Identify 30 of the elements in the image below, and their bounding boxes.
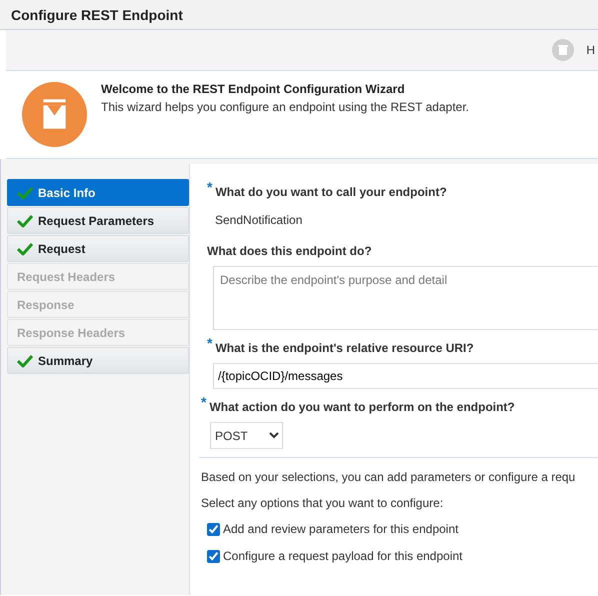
check-icon	[17, 242, 33, 256]
field-label: What does this endpoint do?	[207, 243, 372, 258]
option-checkbox[interactable]	[207, 522, 220, 536]
description-field[interactable]: Describe the endpoint's purpose and detail	[213, 266, 598, 330]
wizard-step[interactable]: Basic Info	[7, 179, 189, 206]
wizard-step[interactable]: Request Parameters	[7, 207, 189, 234]
field-label: What is the endpoint's relative resource URI?	[215, 340, 474, 355]
required-mark: *	[207, 182, 212, 192]
option-label: Configure a request payload for this endpoint	[223, 549, 462, 563]
action-select[interactable]: POST	[210, 422, 283, 449]
uri-field[interactable]: /{topicOCID}/messages	[213, 363, 598, 389]
required-mark: *	[201, 397, 206, 407]
window-title: Configure REST Endpoint	[11, 7, 183, 23]
check-icon	[17, 354, 33, 368]
welcome-text: This wizard helps you configure an endpoint using the REST adapter.	[101, 100, 470, 114]
check-icon	[17, 214, 33, 228]
graduate-icon	[22, 82, 87, 147]
endpoint-name-value: SendNotification	[215, 213, 304, 227]
wizard-step[interactable]: Summary	[7, 347, 189, 374]
check-icon	[17, 186, 33, 200]
option-label: Add and review parameters for this endpoint	[223, 522, 458, 536]
required-mark: *	[207, 338, 212, 348]
info-text: Based on your selections, you can add parameters or configure a requ	[201, 470, 576, 484]
field-label: What action do you want to perform on the endpoint?	[209, 399, 515, 414]
options-prompt: Select any options that you want to configure:	[201, 496, 444, 510]
welcome-heading: Welcome to the REST Endpoint Configuration Wizard	[101, 82, 406, 96]
wizard-step[interactable]: Request	[7, 235, 189, 262]
option-checkbox[interactable]	[207, 550, 220, 562]
help-label[interactable]: H	[586, 43, 595, 57]
field-label: What do you want to call your endpoint?	[215, 184, 447, 199]
